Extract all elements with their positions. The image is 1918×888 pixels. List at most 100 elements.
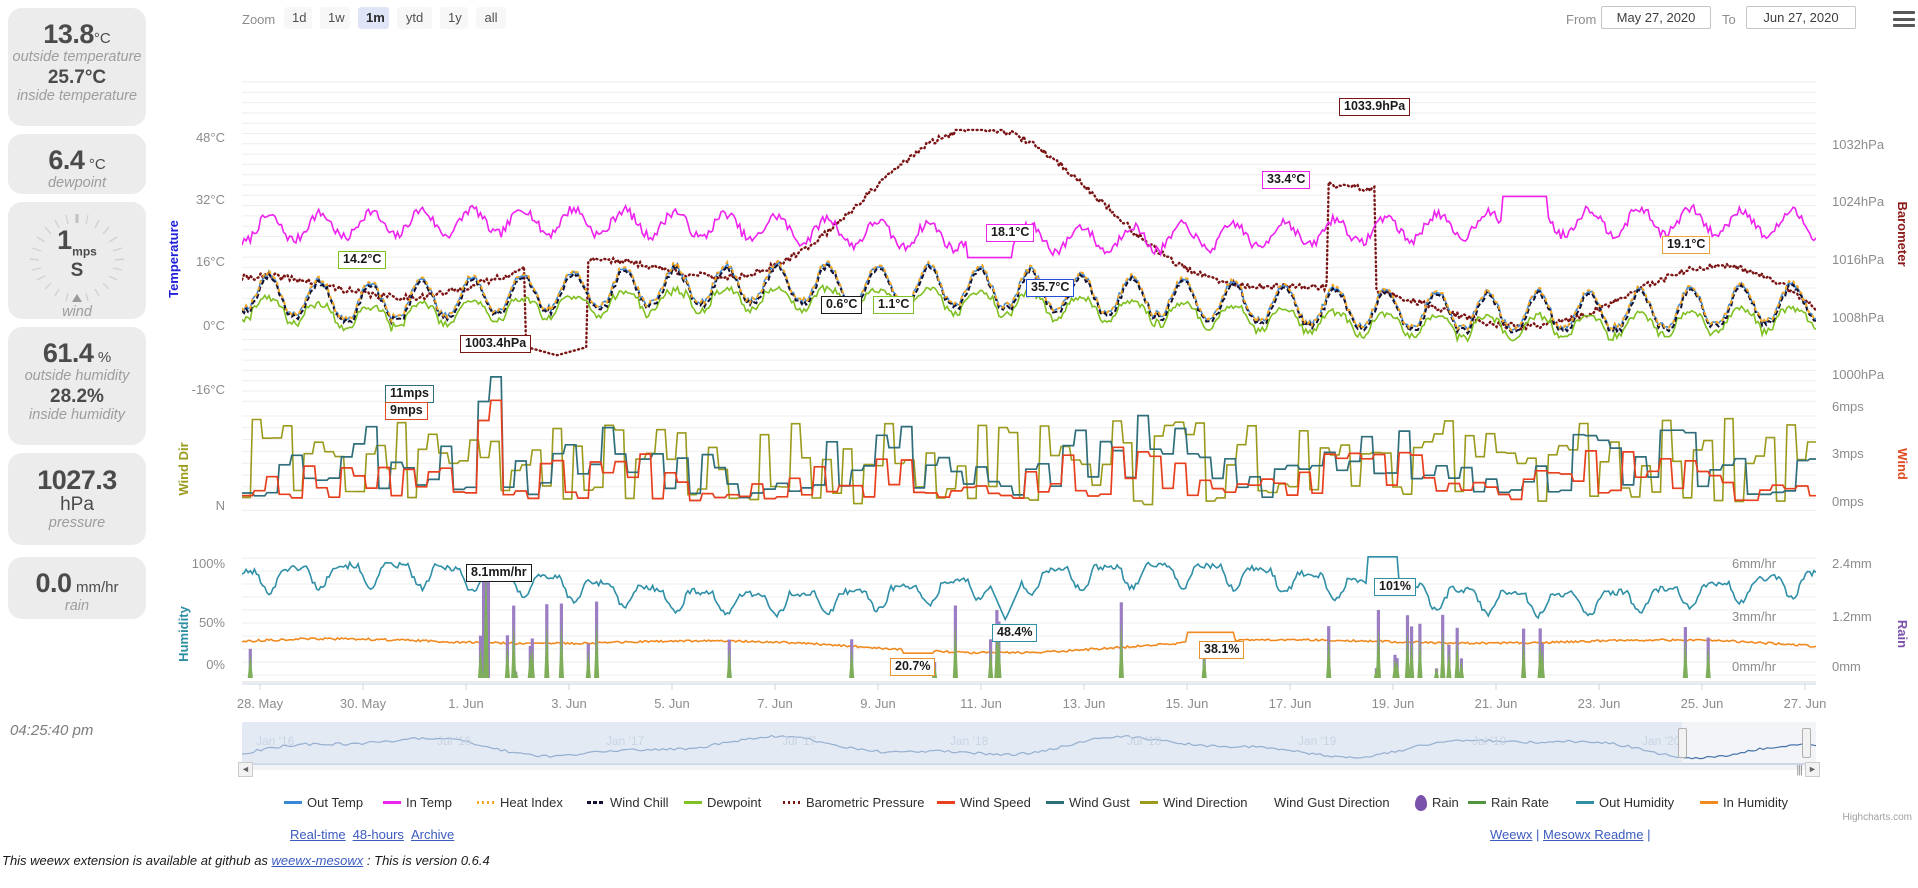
current-time: 04:25:40 pm bbox=[10, 722, 94, 739]
data-flag: 0.6°C bbox=[821, 296, 863, 314]
axis-title-wind: Wind bbox=[1895, 448, 1910, 480]
zoom-button-ytd[interactable]: ytd bbox=[397, 7, 432, 29]
svg-text:0°C: 0°C bbox=[203, 318, 225, 333]
data-flag: 101% bbox=[1374, 578, 1416, 596]
legend-swatch-icon bbox=[284, 801, 302, 805]
legend-swatch-icon bbox=[383, 801, 401, 805]
svg-text:5. Jun: 5. Jun bbox=[654, 696, 689, 711]
svg-text:0%: 0% bbox=[206, 657, 225, 672]
navigator-handle-right[interactable] bbox=[1802, 728, 1811, 758]
link-weewx[interactable]: Weewx bbox=[1490, 827, 1532, 842]
series-wind-chill bbox=[242, 262, 1816, 336]
legend-item-out-humidity[interactable]: Out Humidity bbox=[1576, 794, 1674, 810]
legend-label: In Temp bbox=[406, 795, 453, 811]
legend-swatch-icon bbox=[1468, 801, 1486, 805]
legend-item-heat-index[interactable]: Heat Index bbox=[477, 794, 563, 810]
svg-text:1. Jun: 1. Jun bbox=[448, 696, 483, 711]
legend-item-wind-speed[interactable]: Wind Speed bbox=[937, 794, 1031, 810]
data-flag: 48.4% bbox=[992, 624, 1038, 642]
navigator-handle-left[interactable] bbox=[1678, 728, 1687, 758]
svg-text:23. Jun: 23. Jun bbox=[1578, 696, 1621, 711]
navigator-grip-icon[interactable]: ||| bbox=[1796, 764, 1803, 776]
axis-title-humidity: Humidity bbox=[176, 605, 191, 661]
legend-swatch-icon bbox=[477, 801, 495, 805]
svg-text:21. Jun: 21. Jun bbox=[1475, 696, 1518, 711]
axis-title-rain: Rain bbox=[1895, 620, 1910, 648]
link-mesowx-readme[interactable]: Mesowx Readme bbox=[1543, 827, 1643, 842]
to-date-input[interactable]: Jun 27, 2020 bbox=[1746, 6, 1856, 29]
link-48-hours[interactable]: 48-hours bbox=[353, 827, 404, 842]
legend-label: Wind Gust bbox=[1069, 795, 1130, 811]
svg-text:1000hPa: 1000hPa bbox=[1832, 367, 1885, 382]
legend-label: Out Temp bbox=[307, 795, 364, 811]
data-flag: 33.4°C bbox=[1262, 171, 1311, 189]
footer-links: Real-time 48-hours Archive bbox=[290, 827, 461, 842]
legend-item-wind-direction[interactable]: Wind Direction bbox=[1140, 794, 1248, 810]
svg-text:50%: 50% bbox=[199, 615, 225, 630]
svg-text:11. Jun: 11. Jun bbox=[960, 696, 1002, 711]
svg-text:7. Jun: 7. Jun bbox=[757, 696, 792, 711]
link-weewx-mesowx[interactable]: weewx-mesowx bbox=[272, 853, 364, 868]
svg-text:30. May: 30. May bbox=[340, 696, 387, 711]
svg-text:1.2mm: 1.2mm bbox=[1832, 609, 1872, 624]
zoom-label: Zoom bbox=[242, 12, 276, 27]
svg-text:3mm/hr: 3mm/hr bbox=[1732, 609, 1777, 624]
legend-item-in-temp[interactable]: In Temp bbox=[383, 794, 452, 810]
axis-ticks-barometer: 1032hPa 1024hPa 1016hPa 1008hPa 1000hPa bbox=[1832, 137, 1885, 382]
axis-ticks-rain: 2.4mm 1.2mm 0mm bbox=[1832, 556, 1872, 674]
zoom-button-1y[interactable]: 1y bbox=[440, 7, 468, 29]
axis-ticks-date: 28. May 30. May 1. Jun 3. Jun 5. Jun 7. Jun 9.… bbox=[237, 684, 1826, 711]
chart-canvas: Temperature Barometer Wind Dir Wind Humi… bbox=[166, 81, 1910, 711]
range-navigator[interactable]: Jan '16Jul '16Jan '17Jul '17Jan '18Jul '… bbox=[238, 722, 1820, 777]
data-flag: 9mps bbox=[385, 402, 428, 420]
axis-ticks-temperature: 48°C 32°C 16°C 0°C -16°C bbox=[192, 130, 225, 397]
svg-text:28. May: 28. May bbox=[237, 696, 284, 711]
legend-swatch-icon bbox=[1576, 801, 1594, 805]
legend-item-wind-chill[interactable]: Wind Chill bbox=[587, 794, 669, 810]
legend-swatch-icon bbox=[783, 801, 801, 805]
navigator-scroll-left-icon[interactable]: ◄ bbox=[238, 762, 253, 777]
axis-ticks-rain-rate: 6mm/hr 3mm/hr 0mm/hr bbox=[1732, 556, 1777, 674]
legend-item-rain[interactable]: Rain bbox=[1415, 794, 1459, 811]
svg-text:1032hPa: 1032hPa bbox=[1832, 137, 1885, 152]
svg-text:27. Jun: 27. Jun bbox=[1784, 696, 1827, 711]
legend-label: Dewpoint bbox=[707, 795, 762, 811]
svg-text:25. Jun: 25. Jun bbox=[1681, 696, 1724, 711]
series-layer bbox=[242, 128, 1816, 678]
axis-ticks-wind-dir: N bbox=[216, 498, 225, 513]
link-real-time[interactable]: Real-time bbox=[290, 827, 346, 842]
axis-title-temperature: Temperature bbox=[166, 220, 181, 298]
from-label: From bbox=[1566, 12, 1597, 27]
legend-item-wind-gust-direction[interactable]: Wind Gust Direction bbox=[1274, 794, 1390, 810]
axis-title-wind-dir: Wind Dir bbox=[176, 442, 191, 495]
legend-item-out-temp[interactable]: Out Temp bbox=[284, 794, 363, 810]
data-flag: 1003.4hPa bbox=[460, 335, 532, 353]
svg-text:1008hPa: 1008hPa bbox=[1832, 310, 1885, 325]
legend-label: Wind Direction bbox=[1163, 795, 1248, 811]
legend-item-wind-gust[interactable]: Wind Gust bbox=[1046, 794, 1130, 810]
zoom-button-all[interactable]: all bbox=[476, 7, 506, 29]
legend-label: Out Humidity bbox=[1599, 795, 1675, 811]
zoom-button-1m[interactable]: 1m bbox=[358, 7, 389, 29]
legend-item-dewpoint[interactable]: Dewpoint bbox=[684, 794, 761, 810]
svg-text:32°C: 32°C bbox=[196, 192, 225, 207]
from-date-input[interactable]: May 27, 2020 bbox=[1601, 6, 1711, 29]
legend-label: Barometric Pressure bbox=[806, 795, 925, 811]
link-archive[interactable]: Archive bbox=[411, 827, 454, 842]
data-flag: 35.7°C bbox=[1026, 279, 1075, 297]
legend-label: Wind Gust Direction bbox=[1274, 795, 1390, 811]
svg-text:-16°C: -16°C bbox=[192, 382, 225, 397]
zoom-button-1w[interactable]: 1w bbox=[320, 7, 350, 29]
hamburger-menu-icon[interactable] bbox=[1893, 11, 1915, 27]
legend-label: Wind Speed bbox=[960, 795, 1031, 811]
legend-item-in-humidity[interactable]: In Humidity bbox=[1700, 794, 1788, 810]
legend-swatch-icon bbox=[1046, 801, 1064, 805]
legend-item-rain-rate[interactable]: Rain Rate bbox=[1468, 794, 1549, 810]
zoom-button-1d[interactable]: 1d bbox=[284, 7, 312, 29]
legend-item-barometric-pressure[interactable]: Barometric Pressure bbox=[783, 794, 924, 810]
navigator-scroll-right-icon[interactable]: ► bbox=[1805, 762, 1820, 777]
data-flag: 8.1mm/hr bbox=[466, 564, 532, 582]
svg-text:9. Jun: 9. Jun bbox=[860, 696, 895, 711]
svg-text:16°C: 16°C bbox=[196, 254, 225, 269]
svg-text:3mps: 3mps bbox=[1832, 446, 1864, 461]
